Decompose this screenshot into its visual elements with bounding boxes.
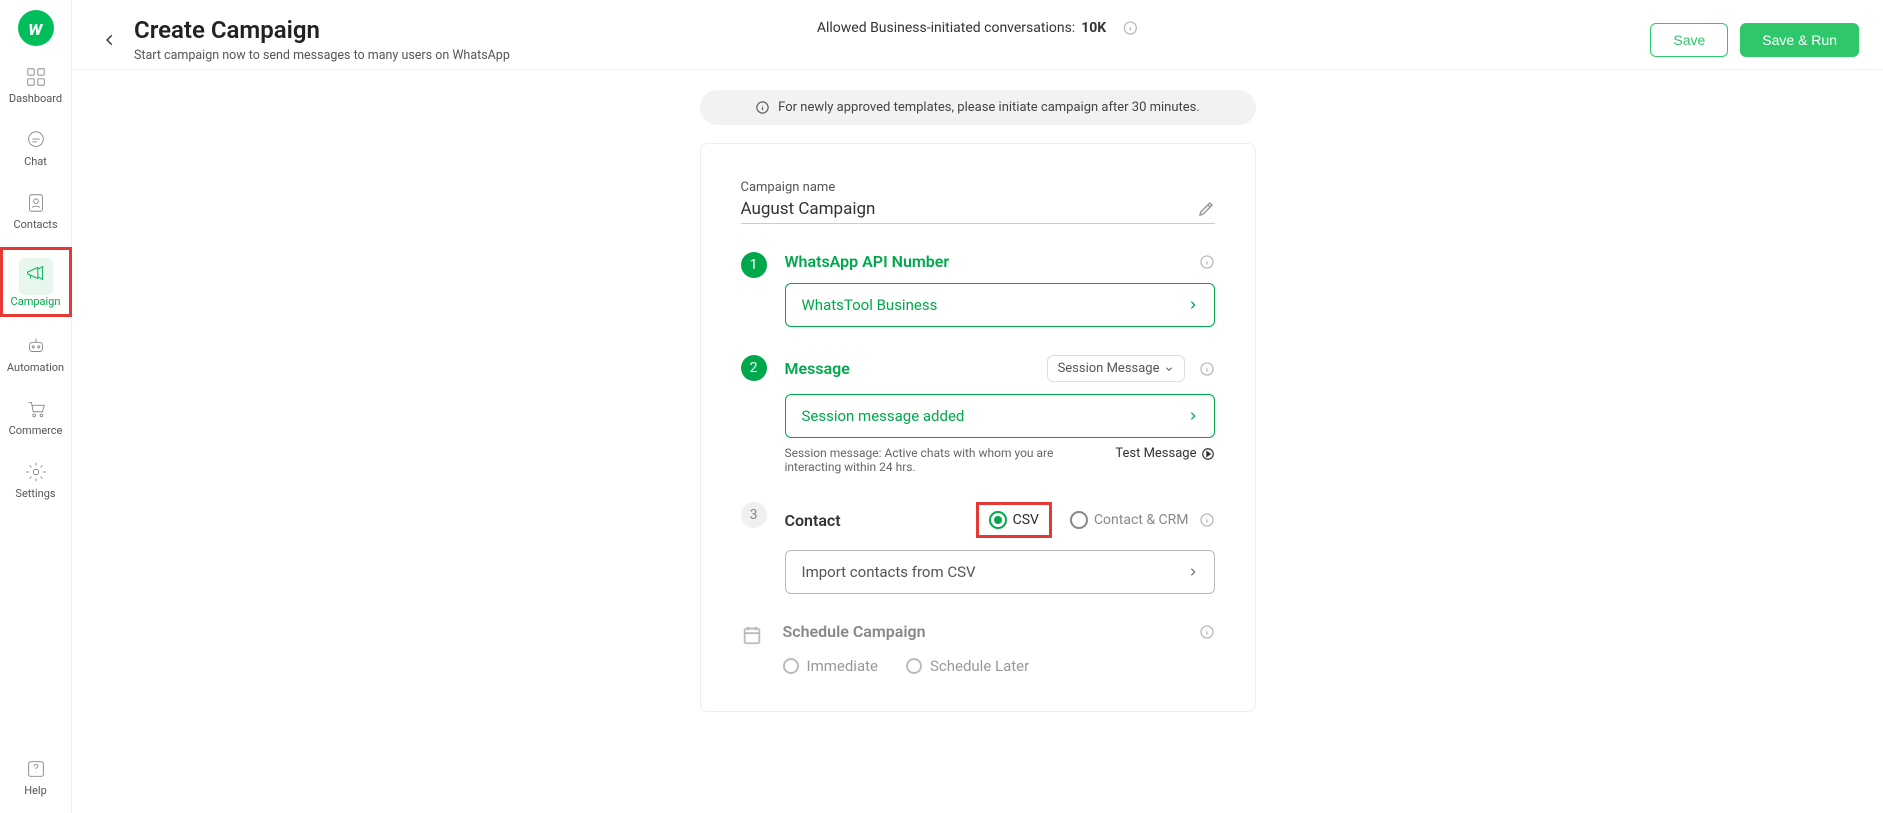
save-and-run-button[interactable]: Save & Run: [1740, 23, 1859, 57]
radio-icon: [906, 658, 922, 674]
step-number: 3: [741, 502, 767, 528]
back-button[interactable]: [96, 26, 124, 54]
chat-icon: [25, 129, 47, 151]
sidebar-item-label: Campaign: [11, 295, 61, 308]
api-number-selector[interactable]: WhatsTool Business: [785, 283, 1215, 327]
schedule-radio-later[interactable]: Schedule Later: [906, 657, 1029, 675]
info-icon[interactable]: [1199, 512, 1215, 528]
save-button[interactable]: Save: [1650, 23, 1728, 57]
step-title: Contact: [785, 511, 976, 530]
message-type-selector[interactable]: Session Message: [1047, 355, 1185, 382]
chevron-right-icon: [1188, 565, 1198, 579]
allowed-conversations: Allowed Business-initiated conversations…: [817, 20, 1138, 36]
allowed-prefix: Allowed Business-initiated conversations…: [817, 20, 1075, 36]
radio-label: CSV: [1013, 512, 1039, 528]
campaign-name-label: Campaign name: [741, 180, 1215, 195]
megaphone-icon: [25, 262, 47, 284]
step-number: 2: [741, 355, 767, 381]
sidebar-item-label: Commerce: [9, 424, 63, 437]
chevron-left-icon: [103, 33, 117, 47]
message-type-value: Session Message: [1058, 361, 1160, 376]
step-title: WhatsApp API Number: [785, 252, 1189, 271]
edit-icon[interactable]: [1197, 200, 1215, 218]
step-title: Schedule Campaign: [783, 622, 1189, 641]
message-value: Session message added: [802, 407, 965, 425]
radio-label: Contact & CRM: [1094, 512, 1189, 528]
sidebar-item-label: Help: [24, 784, 47, 797]
info-icon[interactable]: [1199, 624, 1215, 640]
page-subtitle: Start campaign now to send messages to m…: [134, 48, 510, 63]
main-content: For newly approved templates, please ini…: [72, 70, 1883, 813]
session-note: Session message: Active chats with whom …: [785, 446, 1116, 474]
sidebar-item-settings[interactable]: Settings: [0, 453, 72, 506]
schedule-radio-immediate[interactable]: Immediate: [783, 657, 878, 675]
sidebar-item-label: Chat: [24, 155, 47, 168]
sidebar-item-campaign[interactable]: Campaign: [0, 247, 72, 317]
info-icon[interactable]: [1122, 20, 1138, 36]
contacts-icon: [25, 192, 47, 214]
cart-icon: [25, 398, 47, 420]
sidebar: w Dashboard Chat Contacts Campaign Autom…: [0, 0, 72, 813]
import-csv-label: Import contacts from CSV: [802, 563, 976, 581]
message-selector[interactable]: Session message added: [785, 394, 1215, 438]
sidebar-item-label: Automation: [7, 361, 64, 374]
radio-icon: [989, 511, 1007, 529]
csv-highlight: CSV: [976, 502, 1052, 538]
chevron-down-icon: [1164, 365, 1174, 373]
contact-radio-crm[interactable]: Contact & CRM: [1070, 511, 1189, 529]
step-contact: 3 Contact CSV Contact & CRM: [741, 502, 1215, 594]
contact-radio-csv[interactable]: CSV: [989, 511, 1039, 529]
gear-icon: [25, 461, 47, 483]
calendar-icon: [741, 624, 763, 646]
chevron-right-icon: [1188, 298, 1198, 312]
radio-label: Immediate: [807, 657, 878, 675]
step-title: Message: [785, 359, 1047, 378]
import-csv-button[interactable]: Import contacts from CSV: [785, 550, 1215, 594]
info-notice: For newly approved templates, please ini…: [700, 90, 1256, 125]
sidebar-item-label: Settings: [15, 487, 55, 500]
test-message-button[interactable]: Test Message: [1115, 446, 1214, 461]
step-number: 1: [741, 252, 767, 278]
sidebar-item-commerce[interactable]: Commerce: [0, 390, 72, 443]
chevron-right-icon: [1188, 409, 1198, 423]
help-icon: [25, 758, 47, 780]
info-icon[interactable]: [1199, 254, 1215, 270]
radio-icon: [783, 658, 799, 674]
radio-label: Schedule Later: [930, 657, 1029, 675]
radio-icon: [1070, 511, 1088, 529]
step-message: 2 Message Session Message Session messag…: [741, 355, 1215, 474]
allowed-value: 10K: [1081, 20, 1106, 36]
sidebar-item-chat[interactable]: Chat: [0, 121, 72, 174]
sidebar-item-automation[interactable]: Automation: [0, 327, 72, 380]
automation-icon: [25, 335, 47, 357]
step-api-number: 1 WhatsApp API Number WhatsTool Business: [741, 252, 1215, 327]
step-schedule: Schedule Campaign Immediate Schedule Lat…: [741, 622, 1215, 675]
info-icon[interactable]: [1199, 361, 1215, 377]
dashboard-icon: [25, 66, 47, 88]
page-title: Create Campaign: [134, 16, 510, 44]
sidebar-item-label: Dashboard: [9, 92, 62, 105]
sidebar-item-contacts[interactable]: Contacts: [0, 184, 72, 237]
sidebar-item-label: Contacts: [13, 218, 57, 231]
sidebar-item-help[interactable]: Help: [0, 750, 72, 803]
page-header: Create Campaign Start campaign now to se…: [72, 0, 1883, 70]
test-message-label: Test Message: [1115, 446, 1196, 461]
sidebar-item-dashboard[interactable]: Dashboard: [0, 58, 72, 111]
api-number-value: WhatsTool Business: [802, 296, 938, 314]
play-icon: [1201, 447, 1215, 461]
campaign-name-value[interactable]: August Campaign: [741, 199, 1197, 219]
notice-text: For newly approved templates, please ini…: [778, 100, 1200, 115]
info-icon: [755, 100, 770, 115]
campaign-form: Campaign name August Campaign 1 WhatsApp…: [700, 143, 1256, 712]
app-logo: w: [18, 10, 54, 46]
